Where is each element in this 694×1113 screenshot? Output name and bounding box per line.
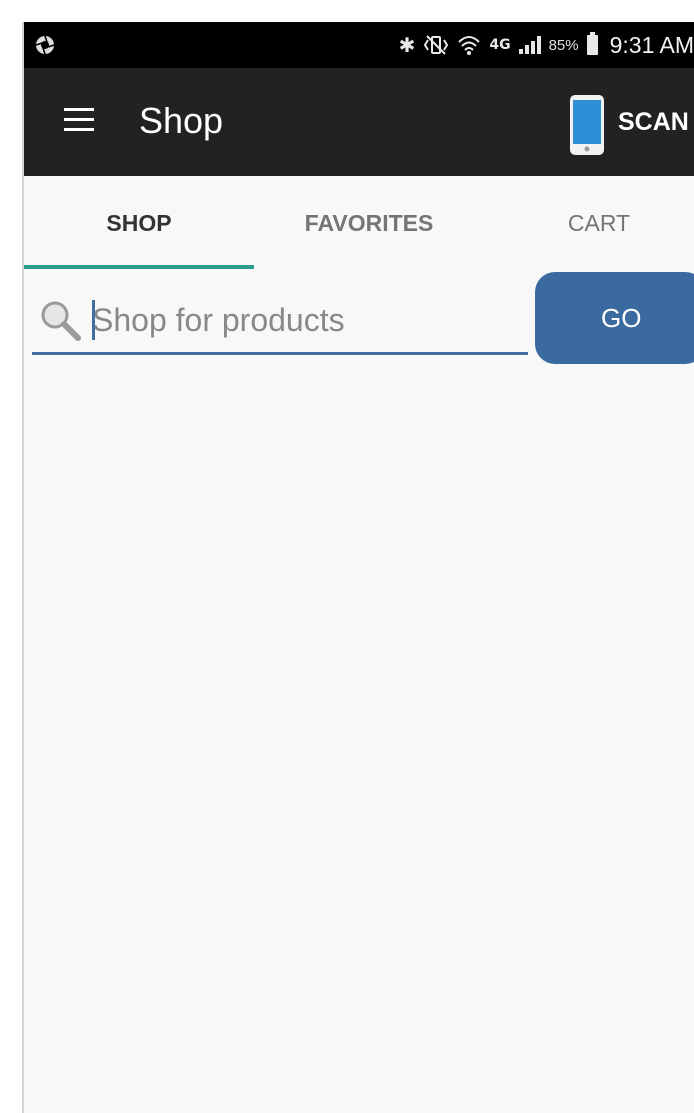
tab-shop[interactable]: SHOP <box>24 176 254 270</box>
status-icons: ✱ 4G 85% 9:31 AM <box>399 22 694 68</box>
scan-button[interactable]: SCAN <box>618 108 689 137</box>
tab-cart[interactable]: CART <box>484 176 694 270</box>
wifi-icon <box>458 36 481 55</box>
status-bar: ✱ 4G 85% 9:31 AM <box>24 22 694 68</box>
tab-favorites[interactable]: FAVORITES <box>254 176 484 270</box>
status-time: 9:31 AM <box>609 31 694 58</box>
battery-percent: 85% <box>548 36 579 54</box>
hamburger-menu-icon[interactable] <box>64 106 96 134</box>
page-title: Shop <box>139 100 224 141</box>
vibrate-icon <box>424 35 449 55</box>
phone-screen: ✱ 4G 85% 9:31 AM Shop SCAN SHOP FAVORITE… <box>24 22 694 1113</box>
text-cursor <box>92 300 95 340</box>
search-input[interactable] <box>92 298 522 342</box>
tab-bar: SHOP FAVORITES CART <box>24 176 694 270</box>
frame-left <box>0 0 22 1113</box>
smartphone-icon[interactable] <box>569 94 605 156</box>
signal-icon <box>518 36 541 54</box>
aperture-icon <box>35 35 55 55</box>
network-4g-icon: 4G <box>489 37 511 53</box>
battery-icon <box>586 32 598 55</box>
frame-top <box>0 0 694 22</box>
search-bar <box>32 286 528 356</box>
bluetooth-icon: ✱ <box>398 33 416 57</box>
search-underline <box>32 352 528 355</box>
magnifier-icon <box>41 301 81 341</box>
go-button[interactable]: GO <box>535 272 694 364</box>
app-bar: Shop SCAN <box>24 68 694 176</box>
active-tab-indicator <box>24 265 254 269</box>
